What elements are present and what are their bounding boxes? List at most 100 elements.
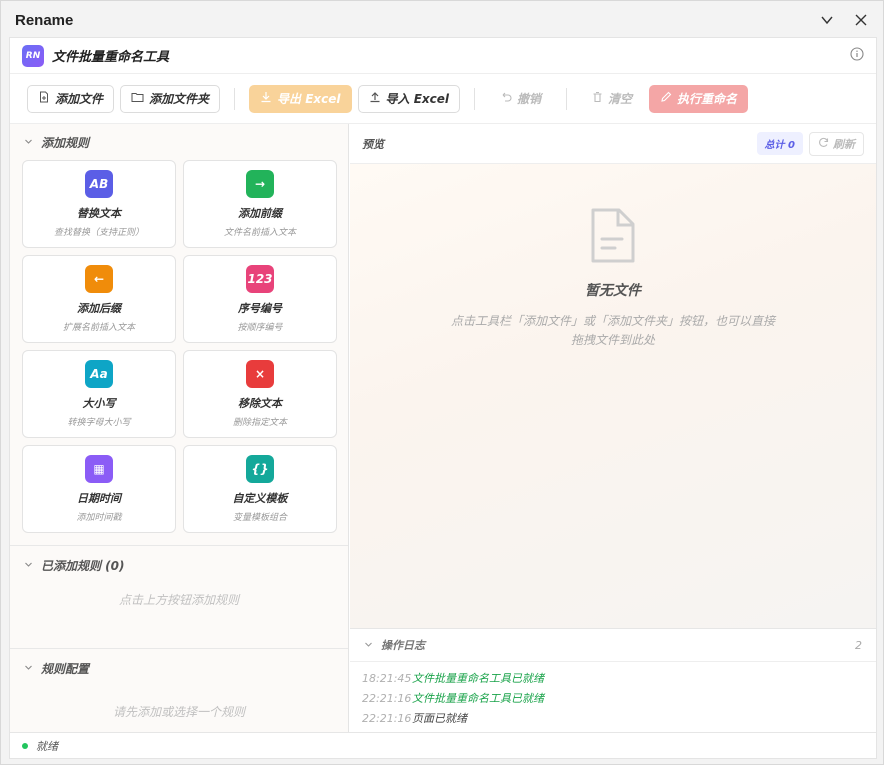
app-logo: RN (22, 44, 44, 67)
rule-description: 按顺序编号 (237, 323, 283, 333)
rule-card[interactable]: ← 添加后缀 扩展名前插入文本 (22, 255, 176, 343)
rule-card[interactable]: AB 替换文本查找替换（支持正则） (22, 160, 176, 248)
rule-title: 移除文本 (238, 397, 282, 410)
rule-card[interactable]: Aa 大小写转换字母大小写 (22, 350, 176, 438)
execute-rename-button[interactable]: 执行重命名 (649, 84, 749, 113)
add-file-label: 添加文件 (55, 92, 104, 106)
app-header: RN 文件批量重命名工具 (10, 38, 876, 74)
app-title: 文件批量重命名工具 (52, 50, 170, 65)
rule-card[interactable]: ▦ 日期时间添加时间戳 (22, 445, 176, 533)
rule-title: 大小写 (82, 397, 116, 410)
window-title: Rename (15, 11, 74, 29)
rule-icon: 123 (246, 265, 274, 293)
app-window: Rename RN 文件批量重命名工具 添加文件 添加文件夹 导出 Excel … (0, 0, 884, 765)
chevron-down-icon (364, 639, 373, 652)
log-header[interactable]: 操作日志 2 (350, 628, 876, 662)
rule-card[interactable]: {} 自定义模板 变量模板组合 (183, 445, 337, 533)
preview-dropzone[interactable]: 暂无文件 点击工具栏「添加文件」或「添加文件夹」按钮，也可以直接拖拽文件到此处 (350, 164, 876, 628)
folder-icon (131, 91, 144, 106)
empty-state-description: 点击工具栏「添加文件」或「添加文件夹」按钮，也可以直接拖拽文件到此处 (450, 314, 775, 347)
title-bar: Rename (1, 1, 883, 39)
import-excel-label: 导入 Excel (385, 92, 449, 106)
rule-description: 变量模板组合 (232, 513, 287, 523)
rule-description: 转换字母大小写 (67, 418, 131, 428)
rule-icon: → (246, 170, 274, 198)
export-excel-button[interactable]: 导出 Excel (249, 84, 352, 113)
rules-section-title: 添加规则 (41, 135, 90, 150)
file-icon (588, 207, 638, 268)
status-bar: 就绪 (10, 732, 876, 758)
add-folder-label: 添加文件夹 (149, 92, 210, 106)
log-message: 文件批量重命名工具已就绪 (412, 692, 544, 705)
close-icon[interactable] (853, 12, 869, 28)
undo-icon (500, 91, 512, 106)
preview-title: 预览 (362, 137, 384, 151)
refresh-label: 刷新 (833, 137, 855, 151)
rule-icon: × (246, 360, 274, 388)
download-icon (260, 91, 272, 106)
rule-title: 自定义模板 (232, 492, 288, 505)
right-panel: 预览 总计 0 刷新 暂无文件 点击工具栏「添加文件」或「添加文件夹」按钮，也可… (350, 124, 876, 732)
rule-description: 查找替换（支持正则） (53, 228, 144, 238)
undo-button[interactable]: 撤销 (489, 84, 553, 113)
rule-cards-grid: AB 替换文本查找替换（支持正则） → 添加前缀文件名前插入文本 ← 添加后缀 扩展名前插入… (10, 160, 348, 533)
total-badge: 总计 0 (756, 132, 803, 155)
main-area: 添加规则 AB 替换文本查找替换（支持正则） → 添加前缀文件名前插入文本 ← 添加后缀扩… (10, 124, 876, 732)
rule-title: 添加后缀 (77, 302, 121, 315)
rule-icon: ▦ (85, 455, 113, 483)
rule-card[interactable]: → 添加前缀文件名前插入文本 (183, 160, 337, 248)
rule-config-empty: 请先添加或选择一个规则 (112, 705, 245, 717)
preview-header: 预览 总计 0 刷新 (350, 124, 876, 164)
rule-description: 文件名前插入文本 (223, 228, 296, 238)
empty-state-title: 暂无文件 (585, 283, 641, 299)
added-rules-empty: 点击上方按钮添加规则 (118, 593, 239, 607)
undo-label: 撤销 (517, 92, 542, 106)
refresh-icon (818, 137, 829, 151)
rule-config-title: 规则配置 (41, 661, 90, 676)
rule-card[interactable]: 123 序号编号按顺序编号 (183, 255, 337, 343)
rule-title: 序号编号 (238, 302, 282, 315)
log-time: 22:21:16 (362, 691, 412, 705)
log-time: 22:21:16 (362, 711, 412, 725)
rule-title: 添加前缀 (238, 207, 282, 220)
import-excel-button[interactable]: 导入 Excel (357, 84, 460, 113)
chevron-down-icon (24, 135, 33, 149)
upload-icon (369, 91, 381, 106)
log-time: 18:21:45 (362, 671, 412, 685)
rule-title: 日期时间 (77, 492, 121, 505)
app-container: RN 文件批量重命名工具 添加文件 添加文件夹 导出 Excel 导入 Exce… (9, 37, 877, 759)
rules-section-header[interactable]: 添加规则 (10, 124, 348, 160)
rule-config-header[interactable]: 规则配置 (10, 649, 348, 687)
left-panel: 添加规则 AB 替换文本查找替换（支持正则） → 添加前缀文件名前插入文本 ← 添加后缀扩… (10, 124, 349, 732)
export-excel-label: 导出 Excel (277, 92, 341, 106)
rule-title: 替换文本 (77, 207, 121, 220)
add-file-button[interactable]: 添加文件 (27, 84, 115, 113)
log-entry: 18:21:45 文件批量重命名工具已就绪 (350, 668, 876, 688)
log-entry: 22:21:16 页面已就绪 (350, 708, 876, 728)
toolbar-divider (566, 87, 568, 110)
clear-label: 清空 (608, 92, 633, 106)
rule-icon: Aa (85, 360, 113, 388)
log-entry: 22:21:16 文件批量重命名工具已就绪 (350, 688, 876, 708)
log-title: 操作日志 (381, 639, 425, 652)
refresh-button[interactable]: 刷新 (809, 131, 864, 156)
info-icon[interactable] (850, 47, 864, 64)
rule-icon: AB (85, 170, 113, 198)
toolbar-divider (474, 87, 475, 110)
rule-card[interactable]: × 移除文本删除指定文本 (183, 350, 337, 438)
chevron-down-icon (24, 661, 33, 675)
status-dot (22, 742, 28, 749)
trash-icon (592, 91, 603, 106)
toolbar-divider (234, 87, 236, 110)
rule-description: 删除指定文本 (232, 418, 287, 428)
log-list: 18:21:45 文件批量重命名工具已就绪 22:21:16 文件批量重命名工具已就绪… (350, 662, 876, 728)
log-message: 文件批量重命名工具已就绪 (412, 672, 544, 685)
status-text: 就绪 (36, 739, 58, 753)
log-count: 2 (855, 638, 862, 652)
file-plus-icon (38, 91, 50, 106)
added-rules-header[interactable]: 已添加规则 (0) (10, 546, 348, 584)
clear-button[interactable]: 清空 (581, 84, 644, 113)
chevron-down-icon[interactable] (819, 12, 835, 28)
rule-description: 添加时间戳 (76, 513, 122, 523)
add-folder-button[interactable]: 添加文件夹 (120, 84, 221, 113)
